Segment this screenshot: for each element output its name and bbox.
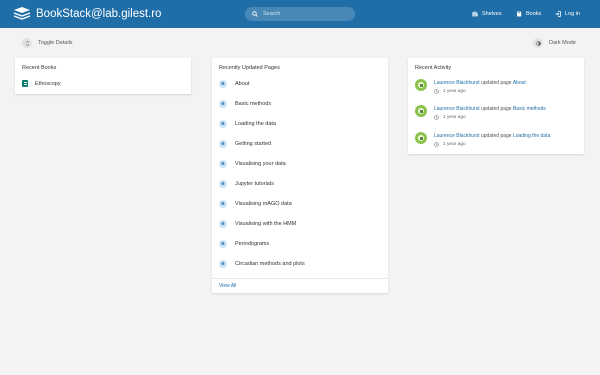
activity-item: Laurence Blackhurst updated page About 1… — [415, 79, 580, 99]
avatar — [415, 79, 427, 91]
page-item-label: Visualising mAGO data — [235, 201, 292, 207]
activity-action: updated page — [480, 133, 512, 139]
nav-login-label: Log in — [565, 11, 580, 17]
clock-icon — [434, 142, 439, 147]
page-icon: B — [219, 180, 227, 188]
activity-page-link[interactable]: About — [513, 80, 526, 86]
page-item[interactable]: B Visualising mAGO data — [219, 200, 292, 208]
nav-books-label: Books — [526, 11, 542, 17]
search-icon — [252, 11, 258, 17]
page-icon: B — [219, 220, 227, 228]
search-input[interactable] — [263, 11, 348, 17]
page-item[interactable]: B Periodograms — [219, 240, 269, 248]
activity-item: Laurence Blackhurst updated page Basic m… — [415, 105, 580, 125]
bookstack-logo-icon[interactable] — [13, 6, 31, 22]
clock-icon — [434, 115, 439, 120]
activity-user-link[interactable]: Laurence Blackhurst — [434, 133, 480, 139]
activity-user-link[interactable]: Laurence Blackhurst — [434, 106, 480, 112]
page-item-label: Basic methods — [235, 101, 272, 107]
page-item[interactable]: B Getting started — [219, 140, 271, 148]
recent-books-card: Recent Books Ethoscopy — [15, 58, 191, 94]
page-item-label: Circadian methods and plots — [235, 261, 305, 267]
expand-icon — [22, 38, 32, 48]
avatar — [415, 105, 427, 117]
page-item[interactable]: B Circadian methods and plots — [219, 260, 305, 268]
nav-shelves-link[interactable]: Shelves — [472, 9, 502, 19]
activity-item: Laurence Blackhurst updated page Loading… — [415, 132, 580, 152]
page-icon: B — [219, 100, 227, 108]
clock-icon — [434, 89, 439, 94]
nav-books-link[interactable]: Books — [516, 9, 541, 19]
recent-activity-card: Recent Activity Laurence Blackhurst upda… — [408, 58, 584, 154]
toggle-details-label: Toggle Details — [38, 40, 73, 46]
view-all-link[interactable]: View All — [212, 278, 388, 293]
nav-shelves-label: Shelves — [482, 11, 502, 17]
toggle-details-button[interactable]: Toggle Details — [22, 38, 73, 48]
avatar — [415, 132, 427, 144]
site-name-link[interactable]: BookStack@lab.gilest.ro — [36, 6, 161, 22]
login-icon — [555, 11, 561, 17]
page-item-label: Jupyter tutorials — [235, 181, 274, 187]
dark-mode-label: Dark Mode — [549, 40, 576, 46]
page-item[interactable]: B About — [219, 80, 249, 88]
page-icon: B — [219, 240, 227, 248]
search-box[interactable] — [245, 7, 355, 21]
page-icon: B — [219, 120, 227, 128]
shelves-icon — [472, 11, 478, 17]
page-item-label: Periodograms — [235, 241, 270, 247]
page-icon: B — [219, 160, 227, 168]
page-item[interactable]: B Loading the data — [219, 120, 276, 128]
page-icon: B — [219, 80, 227, 88]
page-item-label: Loading the data — [235, 121, 276, 127]
recent-pages-card: Recently Updated Pages B About B Basic m… — [212, 58, 388, 293]
activity-time: 1 year ago — [443, 115, 466, 120]
activity-time: 1 year ago — [443, 142, 466, 147]
page-item[interactable]: B Visualising your data — [219, 160, 286, 168]
recent-activity-title: Recent Activity — [415, 65, 452, 71]
book-icon — [22, 80, 28, 87]
activity-time: 1 year ago — [443, 89, 466, 94]
page-icon: B — [219, 140, 227, 148]
activity-action: updated page — [480, 80, 512, 86]
dark-mode-button[interactable]: Dark Mode — [533, 38, 576, 48]
recent-pages-title: Recently Updated Pages — [219, 65, 280, 71]
page-icon: B — [219, 260, 227, 268]
page-item-label: Visualising your data — [235, 161, 286, 167]
contrast-icon — [533, 38, 543, 48]
book-item-label: Ethoscopy — [35, 80, 61, 87]
activity-user-link[interactable]: Laurence Blackhurst — [434, 80, 480, 86]
page-item[interactable]: B Visualising with the HMM — [219, 220, 296, 228]
top-header: BookStack@lab.gilest.ro Shelves Books Lo… — [0, 0, 600, 28]
nav-login-link[interactable]: Log in — [555, 9, 580, 19]
activity-action: updated page — [480, 106, 512, 112]
page-item[interactable]: B Jupyter tutorials — [219, 180, 274, 188]
recent-books-title: Recent Books — [22, 65, 57, 71]
page-item-label: Getting started — [235, 141, 272, 147]
activity-page-link[interactable]: Loading the data — [513, 133, 550, 139]
books-icon — [517, 11, 522, 17]
activity-page-link[interactable]: Basic methods — [513, 106, 546, 112]
page-icon: B — [219, 200, 227, 208]
page-item-label: Visualising with the HMM — [235, 221, 297, 227]
page-item-label: About — [235, 81, 250, 87]
book-item[interactable]: Ethoscopy — [22, 80, 61, 87]
page-item[interactable]: B Basic methods — [219, 100, 271, 108]
